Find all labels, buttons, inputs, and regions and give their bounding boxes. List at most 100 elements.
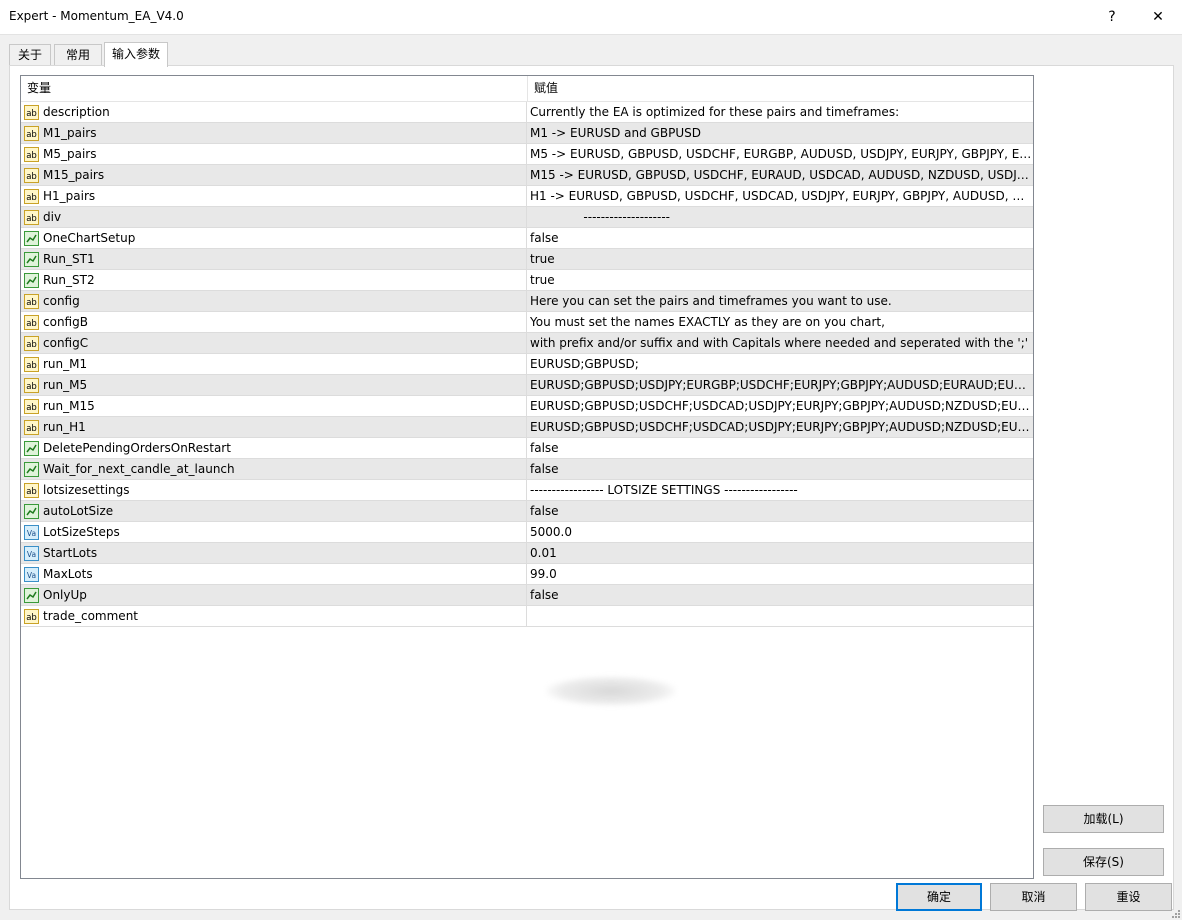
table-row[interactable]: Wait_for_next_candle_at_launch false [21,459,1033,480]
row-value[interactable]: true [527,270,1033,290]
table-row[interactable]: OnlyUp false [21,585,1033,606]
table-row[interactable]: Va LotSizeSteps 5000.0 [21,522,1033,543]
table-row[interactable]: ab run_H1 EURUSD;GBPUSD;USDCHF;USDCAD;USDJ… [21,417,1033,438]
table-row[interactable]: ab lotsizesettings ----------------- LOTSI… [21,480,1033,501]
row-name-cell[interactable]: Va MaxLots [21,564,527,584]
help-button[interactable]: ? [1092,3,1132,31]
row-name: lotsizesettings [43,483,130,497]
string-type-icon: ab [24,125,39,141]
row-value[interactable]: EURUSD;GBPUSD;USDCHF;USDCAD;USDJPY;EURJP… [527,396,1033,416]
row-name-cell[interactable]: ab H1_pairs [21,186,527,206]
row-value[interactable]: -------------------- [527,207,1033,227]
row-value[interactable]: false [527,459,1033,479]
row-value[interactable]: with prefix and/or suffix and with Capit… [527,333,1033,353]
row-value[interactable]: 99.0 [527,564,1033,584]
row-name-cell[interactable]: ab lotsizesettings [21,480,527,500]
row-name-cell[interactable]: ab M1_pairs [21,123,527,143]
resize-grip-icon[interactable] [1170,908,1180,918]
row-value[interactable]: false [527,438,1033,458]
string-type-icon: ab [24,482,39,498]
column-header-variable[interactable]: 变量 [21,76,527,101]
row-value[interactable]: EURUSD;GBPUSD;USDJPY;EURGBP;USDCHF;EURJP… [527,375,1033,395]
table-row[interactable]: ab M1_pairs M1 -> EURUSD and GBPUSD [21,123,1033,144]
row-value[interactable]: false [527,228,1033,248]
save-button[interactable]: 保存(S) [1043,848,1164,876]
row-value[interactable]: EURUSD;GBPUSD; [527,354,1033,374]
row-name-cell[interactable]: Run_ST1 [21,249,527,269]
table-row[interactable]: ab description Currently the EA is optimiz… [21,102,1033,123]
row-value[interactable]: M15 -> EURUSD, GBPUSD, USDCHF, EURAUD, U… [527,165,1033,185]
row-name-cell[interactable]: ab run_M15 [21,396,527,416]
row-value[interactable]: Currently the EA is optimized for these … [527,102,1033,122]
reset-button[interactable]: 重设 [1085,883,1172,911]
row-name-cell[interactable]: ab M5_pairs [21,144,527,164]
row-name: run_M5 [43,378,88,392]
cancel-button[interactable]: 取消 [990,883,1077,911]
row-name-cell[interactable]: ab div [21,207,527,227]
column-header-value[interactable]: 赋值 [528,76,1033,101]
parameters-grid[interactable]: 变量 赋值 ab description Currently the EA is o… [20,75,1034,879]
table-row[interactable]: ab div -------------------- [21,207,1033,228]
table-row[interactable]: Va StartLots 0.01 [21,543,1033,564]
string-type-icon: ab [24,356,39,372]
row-value[interactable]: 0.01 [527,543,1033,563]
table-row[interactable]: OneChartSetup false [21,228,1033,249]
row-name-cell[interactable]: ab M15_pairs [21,165,527,185]
row-value[interactable]: 5000.0 [527,522,1033,542]
row-name-cell[interactable]: ab run_H1 [21,417,527,437]
table-row[interactable]: Va MaxLots 99.0 [21,564,1033,585]
row-name-cell[interactable]: Va StartLots [21,543,527,563]
table-row[interactable]: ab run_M1 EURUSD;GBPUSD; [21,354,1033,375]
table-row[interactable]: ab H1_pairs H1 -> EURUSD, GBPUSD, USDCHF, … [21,186,1033,207]
table-row[interactable]: ab run_M5 EURUSD;GBPUSD;USDJPY;EURGBP;USDC… [21,375,1033,396]
row-value[interactable]: M1 -> EURUSD and GBPUSD [527,123,1033,143]
tab-common[interactable]: 常用 [54,44,102,65]
string-type-icon: ab [24,335,39,351]
row-name-cell[interactable]: ab configC [21,333,527,353]
table-row[interactable]: autoLotSize false [21,501,1033,522]
table-row[interactable]: Run_ST2 true [21,270,1033,291]
row-name-cell[interactable]: ab description [21,102,527,122]
row-name-cell[interactable]: ab trade_comment [21,606,527,626]
row-name-cell[interactable]: autoLotSize [21,501,527,521]
row-name: Wait_for_next_candle_at_launch [43,462,235,476]
row-name: M1_pairs [43,126,97,140]
table-row[interactable]: DeletePendingOrdersOnRestart false [21,438,1033,459]
row-value[interactable]: H1 -> EURUSD, GBPUSD, USDCHF, USDCAD, US… [527,186,1033,206]
row-name-cell[interactable]: ab run_M1 [21,354,527,374]
string-type-icon: ab [24,209,39,225]
table-row[interactable]: ab run_M15 EURUSD;GBPUSD;USDCHF;USDCAD;USD… [21,396,1033,417]
row-name-cell[interactable]: ab run_M5 [21,375,527,395]
row-value[interactable]: true [527,249,1033,269]
load-button[interactable]: 加载(L) [1043,805,1164,833]
row-value[interactable]: ----------------- LOTSIZE SETTINGS -----… [527,480,1033,500]
row-value[interactable]: M5 -> EURUSD, GBPUSD, USDCHF, EURGBP, AU… [527,144,1033,164]
close-icon: ✕ [1152,9,1164,25]
row-name-cell[interactable]: Wait_for_next_candle_at_launch [21,459,527,479]
row-name-cell[interactable]: OnlyUp [21,585,527,605]
table-row[interactable]: ab configB You must set the names EXACTLY … [21,312,1033,333]
row-name-cell[interactable]: ab config [21,291,527,311]
tab-about[interactable]: 关于 [9,44,51,65]
row-name-cell[interactable]: Va LotSizeSteps [21,522,527,542]
table-row[interactable]: ab configC with prefix and/or suffix and w… [21,333,1033,354]
table-row[interactable]: ab M15_pairs M15 -> EURUSD, GBPUSD, USDCHF… [21,165,1033,186]
row-name-cell[interactable]: Run_ST2 [21,270,527,290]
row-value[interactable]: false [527,585,1033,605]
row-value[interactable] [527,606,1033,626]
table-row[interactable]: Run_ST1 true [21,249,1033,270]
row-name-cell[interactable]: OneChartSetup [21,228,527,248]
table-row[interactable]: ab trade_comment [21,606,1033,627]
row-value[interactable]: EURUSD;GBPUSD;USDCHF;USDCAD;USDJPY;EURJP… [527,417,1033,437]
ok-button[interactable]: 确定 [896,883,982,911]
row-value[interactable]: false [527,501,1033,521]
table-row[interactable]: ab M5_pairs M5 -> EURUSD, GBPUSD, USDCHF, … [21,144,1033,165]
tab-inputs[interactable]: 输入参数 [104,42,168,67]
close-button[interactable]: ✕ [1138,3,1178,31]
table-row[interactable]: ab config Here you can set the pairs and t… [21,291,1033,312]
row-value[interactable]: Here you can set the pairs and timeframe… [527,291,1033,311]
row-name-cell[interactable]: DeletePendingOrdersOnRestart [21,438,527,458]
row-value[interactable]: You must set the names EXACTLY as they a… [527,312,1033,332]
row-name-cell[interactable]: ab configB [21,312,527,332]
svg-text:ab: ab [26,319,37,329]
